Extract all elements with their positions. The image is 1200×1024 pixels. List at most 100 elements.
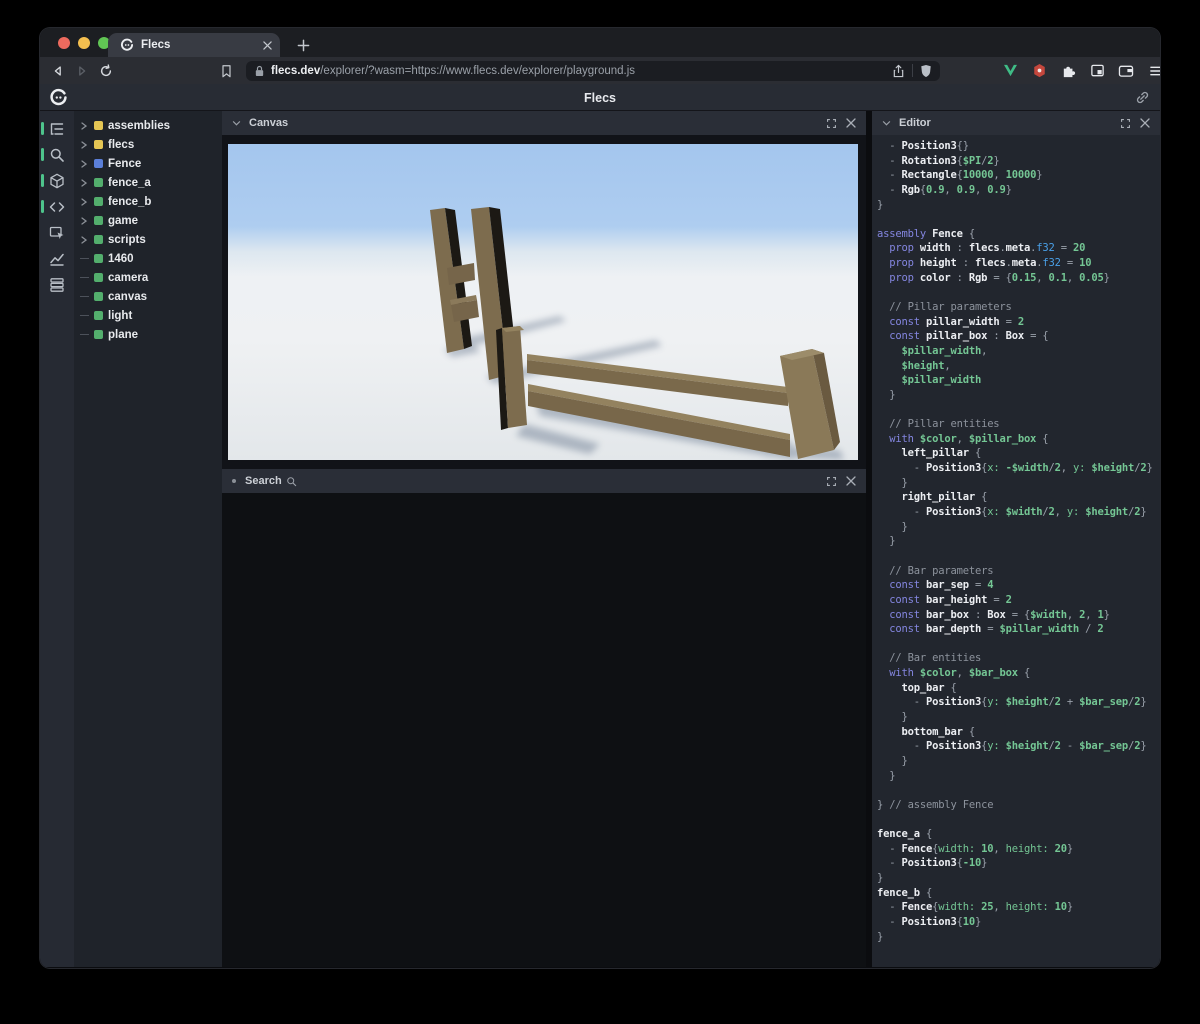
expand-chevron-icon[interactable]	[79, 235, 89, 244]
minimize-window-button[interactable]	[78, 37, 90, 49]
tree-item[interactable]: fence_b	[74, 192, 222, 211]
icon-rail	[40, 111, 74, 967]
code-line: }	[877, 198, 884, 211]
tab-close-icon[interactable]	[263, 40, 272, 50]
new-tab-button[interactable]	[292, 34, 314, 56]
fullscreen-icon[interactable]	[824, 116, 838, 130]
tree-item[interactable]: game	[74, 211, 222, 230]
code-line: - Rectangle{10000, 10000}	[877, 169, 1043, 182]
expand-chevron-icon[interactable]	[79, 121, 89, 130]
close-icon[interactable]	[844, 474, 858, 488]
tree-item[interactable]: camera	[74, 268, 222, 287]
entity-type-square	[94, 197, 103, 206]
close-icon[interactable]	[1138, 116, 1152, 130]
tree-item[interactable]: light	[74, 306, 222, 325]
expand-chevron-icon[interactable]	[79, 178, 89, 187]
menu-icon[interactable]	[1145, 61, 1160, 81]
rail-tree-outline-icon[interactable]	[40, 116, 74, 142]
code-line: }	[877, 388, 896, 401]
search-panel-header[interactable]: Search	[222, 469, 866, 493]
tree-item[interactable]: Fence	[74, 154, 222, 173]
leaf-dash-icon	[79, 333, 89, 336]
panel-bullet-icon	[232, 479, 236, 483]
code-line: - Fence{width: 10, height: 20}	[877, 842, 1073, 855]
extensions-puzzle-icon[interactable]	[1058, 61, 1078, 81]
code-line: }	[877, 476, 908, 489]
rail-code-icon[interactable]	[40, 194, 74, 220]
side-panel-icon[interactable]	[1087, 61, 1107, 81]
fullscreen-icon[interactable]	[824, 474, 838, 488]
rail-chart-icon[interactable]	[40, 246, 74, 272]
expand-chevron-icon[interactable]	[79, 159, 89, 168]
share-icon[interactable]	[892, 64, 905, 78]
tree-item-label: 1460	[108, 252, 134, 265]
tree-item[interactable]: assemblies	[74, 116, 222, 135]
url-bar[interactable]: flecs.dev/explorer/?wasm=https://www.fle…	[246, 60, 940, 81]
code-line: // Bar entities	[877, 652, 982, 665]
tree-item-label: game	[108, 214, 139, 227]
expand-chevron-icon[interactable]	[79, 197, 89, 206]
chevron-down-icon[interactable]	[229, 116, 243, 130]
code-line: }	[877, 930, 884, 943]
editor-panel-header[interactable]: Editor	[872, 111, 1160, 135]
entity-type-square	[94, 311, 103, 320]
app-header: Flecs	[40, 84, 1160, 111]
canvas-panel-header[interactable]: Canvas	[222, 111, 866, 135]
rail-cube-icon[interactable]	[40, 168, 74, 194]
entity-type-square	[94, 273, 103, 282]
tree-item[interactable]: scripts	[74, 230, 222, 249]
expand-chevron-icon[interactable]	[79, 216, 89, 225]
code-line: }	[877, 754, 908, 767]
rail-search-icon[interactable]	[40, 142, 74, 168]
bookmark-icon[interactable]	[216, 60, 237, 81]
tree-item-label: fence_a	[108, 176, 151, 189]
entity-tree: assemblies flecs Fence fence_a fence_bgame sc…	[74, 111, 222, 967]
code-line: - Position3{x: $width/2, y: $height/2}	[877, 506, 1147, 519]
search-panel-body	[222, 493, 866, 967]
entity-type-square	[94, 159, 103, 168]
code-line: $pillar_width	[877, 374, 982, 387]
code-line: prop width : flecs.meta.f32 = 20	[877, 242, 1086, 255]
wallet-icon[interactable]	[1116, 61, 1136, 81]
code-line: const pillar_width = 2	[877, 315, 1024, 328]
close-window-button[interactable]	[58, 37, 70, 49]
reload-icon[interactable]	[95, 60, 116, 81]
tree-item[interactable]: fence_a	[74, 173, 222, 192]
entity-type-square	[94, 216, 103, 225]
code-line: // Pillar entities	[877, 418, 1000, 431]
entity-type-square	[94, 235, 103, 244]
extension-badge-icon[interactable]	[1029, 61, 1049, 81]
code-line: - Position3{y: $height/2 - $bar_sep/2}	[877, 740, 1147, 753]
tree-item[interactable]: plane	[74, 325, 222, 344]
3d-viewport[interactable]	[228, 144, 858, 460]
code-line: with $color, $pillar_box {	[877, 432, 1049, 445]
browser-titlebar: Flecs	[40, 28, 1160, 57]
rail-stack-icon[interactable]	[40, 272, 74, 298]
tree-item[interactable]: 1460	[74, 249, 222, 268]
browser-navbar: flecs.dev/explorer/?wasm=https://www.fle…	[40, 57, 1160, 84]
brave-shield-icon[interactable]	[920, 64, 932, 78]
fullscreen-icon[interactable]	[1118, 116, 1132, 130]
expand-chevron-icon[interactable]	[79, 140, 89, 149]
tree-item[interactable]: flecs	[74, 135, 222, 154]
close-icon[interactable]	[844, 116, 858, 130]
code-line: - Position3{-10}	[877, 857, 988, 870]
chevron-down-icon[interactable]	[879, 116, 893, 130]
browser-tab[interactable]: Flecs	[108, 33, 280, 57]
browser-window: Flecs flecs.dev/explorer/?wasm=https://w…	[40, 28, 1160, 968]
back-icon[interactable]	[47, 60, 68, 81]
tree-item[interactable]: canvas	[74, 287, 222, 306]
code-line: }	[877, 769, 896, 782]
rail-inspector-icon[interactable]	[40, 220, 74, 246]
code-line: const pillar_box : Box = {	[877, 330, 1049, 343]
code-line: - Position3{x: -$width/2, y: $height/2}	[877, 462, 1153, 475]
vue-devtools-icon[interactable]	[1000, 61, 1020, 81]
forward-icon[interactable]	[71, 60, 92, 81]
share-link-icon[interactable]	[1135, 90, 1150, 105]
tree-item-label: flecs	[108, 138, 135, 151]
code-editor[interactable]: - Position3{} - Rotation3{$PI/2} - Recta…	[872, 135, 1160, 967]
code-line: const bar_depth = $pillar_width / 2	[877, 623, 1104, 636]
